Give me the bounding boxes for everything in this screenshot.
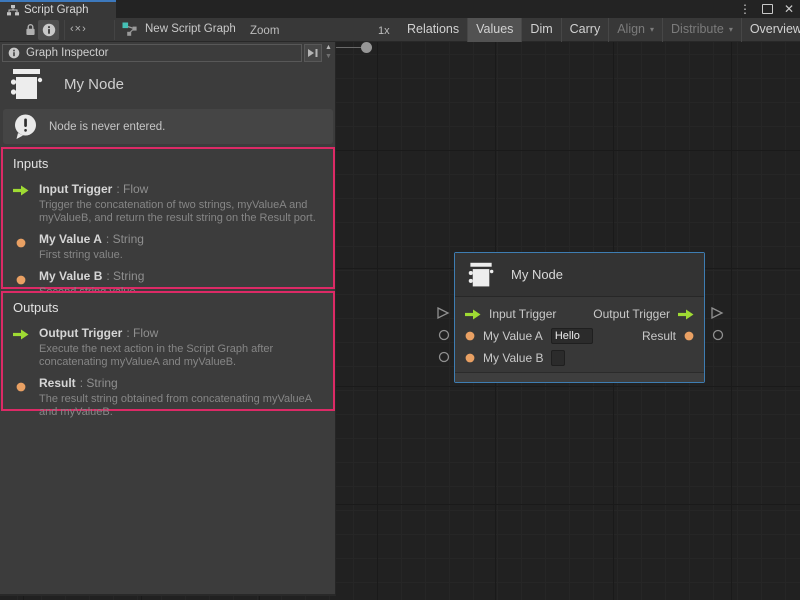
result-label: Result <box>642 329 676 343</box>
external-value-output-port[interactable] <box>712 329 724 341</box>
panel-scroll-spinners[interactable]: ▲ ▼ <box>325 43 332 61</box>
section-title: Outputs <box>13 300 324 315</box>
lock-icon <box>25 23 36 36</box>
port-row-my-value-a: My Value A: String First string value. <box>13 232 324 262</box>
inspected-node-title: My Node <box>10 68 124 101</box>
info-icon <box>42 23 56 37</box>
graph-breadcrumb[interactable]: New Script Graph <box>122 22 236 36</box>
node-title-text: My Node <box>511 267 563 282</box>
my-value-b-input[interactable] <box>551 350 565 366</box>
dim-button[interactable]: Dim <box>521 18 560 42</box>
my-value-a-label: My Value A <box>483 329 543 343</box>
output-trigger-label: Output Trigger <box>593 307 670 321</box>
external-value-input-port[interactable] <box>438 329 450 341</box>
chevron-down-icon: ▾ <box>729 25 733 34</box>
zoom-slider-handle[interactable] <box>361 42 372 53</box>
inputs-section: Inputs Input Trigger: Flow Trigger the c… <box>1 147 335 289</box>
dock-right-icon <box>307 48 319 58</box>
inspector-toggle-button[interactable] <box>38 20 59 40</box>
warning-banner: Node is never entered. <box>3 109 333 144</box>
toolbar-toggle-group: Relations Values Dim Carry Align▾ Distri… <box>399 18 800 42</box>
node-row-triggers: Input Trigger Output Trigger <box>455 303 704 325</box>
spinner-down-icon[interactable]: ▼ <box>325 52 332 61</box>
align-button[interactable]: Align▾ <box>608 18 662 42</box>
outputs-section: Outputs Output Trigger: Flow Execute the… <box>1 291 335 411</box>
my-value-b-label: My Value B <box>483 351 543 365</box>
window-controls: ⋮ ✕ <box>739 0 794 18</box>
flow-port-icon[interactable] <box>678 309 694 320</box>
tab-script-graph[interactable]: Script Graph <box>0 0 116 18</box>
dock-sidebar-button[interactable] <box>304 44 322 62</box>
flow-port-icon <box>13 326 30 369</box>
external-value-input-port[interactable] <box>438 351 450 363</box>
warning-text: Node is never entered. <box>49 121 165 133</box>
input-trigger-label: Input Trigger <box>489 307 556 321</box>
zoom-label: Zoom <box>250 25 279 37</box>
node-body: Input Trigger Output Trigger My Value A … <box>455 297 704 369</box>
tab-strip: Script Graph ⋮ ✕ <box>0 0 800 18</box>
values-button[interactable]: Values <box>467 18 521 42</box>
port-row-result: Result: String The result string obtaine… <box>13 376 324 419</box>
window-menu-icon[interactable]: ⋮ <box>739 2 751 16</box>
chevron-down-icon: ▾ <box>650 25 654 34</box>
toolbar-separator <box>64 20 65 40</box>
distribute-button[interactable]: Distribute▾ <box>662 18 741 42</box>
spinner-up-icon[interactable]: ▲ <box>325 43 332 52</box>
maximize-icon[interactable] <box>762 4 773 14</box>
graph-node-my-node[interactable]: My Node Input Trigger Output Trigger My … <box>454 252 705 383</box>
warning-bubble-icon <box>12 113 39 140</box>
script-graph-icon <box>122 22 138 36</box>
port-description: Execute the next action in the Script Gr… <box>39 343 324 369</box>
zoom-value: 1x <box>378 25 390 37</box>
lock-button[interactable] <box>25 23 36 41</box>
external-flow-input-port[interactable] <box>436 306 450 320</box>
port-description: Trigger the concatenation of two strings… <box>39 199 324 225</box>
toolbar-separator <box>114 20 115 40</box>
overview-button[interactable]: Overview <box>741 18 800 42</box>
value-port-icon[interactable] <box>684 331 694 341</box>
node-title-text: My Node <box>64 76 124 93</box>
external-flow-output-port[interactable] <box>710 306 724 320</box>
inspector-header[interactable]: Graph Inspector <box>2 44 302 62</box>
flow-port-icon[interactable] <box>465 309 481 320</box>
my-value-a-input[interactable] <box>551 328 593 344</box>
carry-button[interactable]: Carry <box>561 18 609 42</box>
unit-node-icon <box>468 262 498 288</box>
port-row-input-trigger: Input Trigger: Flow Trigger the concaten… <box>13 182 324 225</box>
graph-inspector-panel: Graph Inspector ▲ ▼ My Node Node is neve… <box>0 42 336 596</box>
node-header[interactable]: My Node <box>455 253 704 297</box>
code-preview-button[interactable]: ‹×› <box>70 23 87 35</box>
port-description: First string value. <box>39 249 144 262</box>
node-row-value-a: My Value A Result <box>455 325 704 347</box>
info-icon <box>8 47 20 59</box>
tab-title: Script Graph <box>24 4 89 16</box>
node-row-value-b: My Value B <box>455 347 704 369</box>
relations-button[interactable]: Relations <box>399 18 467 42</box>
inspector-title: Graph Inspector <box>26 47 108 59</box>
value-port-icon[interactable] <box>465 331 475 341</box>
section-title: Inputs <box>13 156 324 171</box>
graph-hierarchy-icon <box>7 5 19 16</box>
port-row-output-trigger: Output Trigger: Flow Execute the next ac… <box>13 326 324 369</box>
toolbar: ‹×› New Script Graph Zoom 1x Relations V… <box>0 18 800 42</box>
port-description: The result string obtained from concaten… <box>39 393 324 419</box>
value-port-icon <box>13 232 30 262</box>
value-port-icon <box>13 376 30 419</box>
node-footer <box>455 372 704 382</box>
close-icon[interactable]: ✕ <box>784 2 794 16</box>
flow-port-icon <box>13 182 30 225</box>
unit-node-icon <box>10 68 48 101</box>
value-port-icon[interactable] <box>465 353 475 363</box>
graph-name: New Script Graph <box>145 23 236 35</box>
